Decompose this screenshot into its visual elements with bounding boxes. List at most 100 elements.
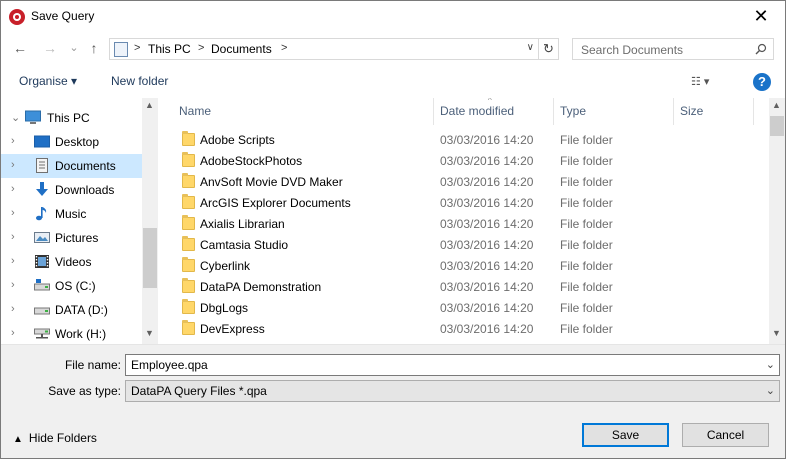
file-type: File folder xyxy=(560,280,613,294)
drive-icon xyxy=(34,307,50,315)
save-as-type-select[interactable]: DataPA Query Files *.qpa ⌄ xyxy=(125,380,780,402)
expand-chevron-icon[interactable]: › xyxy=(11,135,15,147)
breadcrumb-separator[interactable]: > xyxy=(134,42,140,54)
search-icon[interactable] xyxy=(755,43,767,55)
sidebar-item-pictures[interactable]: › Pictures xyxy=(1,226,142,250)
expand-chevron-icon[interactable]: › xyxy=(11,255,15,267)
file-row[interactable]: DataPA Demonstration 03/03/2016 14:20 Fi… xyxy=(161,276,769,297)
sidebar-item-music[interactable]: › Music xyxy=(1,202,142,226)
caret-up-icon: ▲ xyxy=(13,434,23,445)
hide-folders-toggle[interactable]: ▲ Hide Folders xyxy=(13,431,97,445)
file-name: DataPA Demonstration xyxy=(200,280,322,294)
expand-chevron-icon[interactable]: › xyxy=(11,327,15,339)
recent-locations-button[interactable]: ⌄ xyxy=(65,39,83,57)
collapse-chevron-icon[interactable]: ⌄ xyxy=(11,111,20,124)
sidebar-item-downloads[interactable]: › Downloads xyxy=(1,178,142,202)
up-button[interactable]: ↑ xyxy=(85,39,103,57)
refresh-button[interactable]: ↻ xyxy=(538,39,558,59)
breadcrumb-documents[interactable]: Documents xyxy=(211,42,272,56)
scroll-up-arrow-icon[interactable]: ▲ xyxy=(145,100,154,110)
file-date: 03/03/2016 14:20 xyxy=(440,238,534,252)
address-history-dropdown[interactable]: ∨ xyxy=(527,42,534,53)
scroll-down-arrow-icon[interactable]: ▼ xyxy=(772,328,781,338)
file-name: AdobeStockPhotos xyxy=(200,154,303,168)
expand-chevron-icon[interactable]: › xyxy=(11,159,15,171)
search-box[interactable]: Search Documents xyxy=(572,38,774,60)
music-icon xyxy=(36,207,47,221)
file-type: File folder xyxy=(560,133,613,147)
sidebar-item-os-c[interactable]: › OS (C:) xyxy=(1,274,142,298)
downloads-icon xyxy=(36,182,48,196)
forward-button[interactable]: → xyxy=(41,39,59,57)
scroll-down-arrow-icon[interactable]: ▼ xyxy=(145,328,154,338)
scrollbar-thumb[interactable] xyxy=(770,116,784,136)
column-header-type[interactable]: Type xyxy=(554,98,674,125)
save-options-panel: File name: Employee.qpa ⌄ Save as type: … xyxy=(1,344,785,458)
computer-icon xyxy=(25,110,41,124)
file-date: 03/03/2016 14:20 xyxy=(440,301,534,315)
sidebar-item-desktop[interactable]: › Desktop xyxy=(1,130,142,154)
file-row[interactable]: DbgLogs 03/03/2016 14:20 File folder xyxy=(161,297,769,318)
file-type: File folder xyxy=(560,154,613,168)
scrollbar-thumb[interactable] xyxy=(143,228,157,288)
file-name-label: File name: xyxy=(64,358,121,372)
sidebar-item-documents[interactable]: › Documents xyxy=(1,154,142,178)
sidebar-item-label: Videos xyxy=(55,255,92,269)
new-folder-button[interactable]: New folder xyxy=(111,74,168,88)
file-row[interactable]: Cyberlink 03/03/2016 14:20 File folder xyxy=(161,255,769,276)
expand-chevron-icon[interactable]: › xyxy=(11,207,15,219)
file-date: 03/03/2016 14:20 xyxy=(440,280,534,294)
folder-icon xyxy=(182,215,195,230)
chevron-down-icon[interactable]: ⌄ xyxy=(766,358,775,371)
file-name: Axialis Librarian xyxy=(200,217,285,231)
sidebar-item-work-h[interactable]: › Work (H:) xyxy=(1,322,142,344)
file-type: File folder xyxy=(560,196,613,210)
file-row[interactable]: DevExpress 03/03/2016 14:20 File folder xyxy=(161,318,769,339)
expand-chevron-icon[interactable]: › xyxy=(11,183,15,195)
command-bar: Organise ▾ New folder ☷ ▾ ? xyxy=(1,64,785,98)
expand-chevron-icon[interactable]: › xyxy=(11,231,15,243)
column-header-size[interactable]: Size xyxy=(674,98,754,125)
drive-icon xyxy=(34,279,50,291)
back-button[interactable]: ← xyxy=(11,39,29,57)
expand-chevron-icon[interactable]: › xyxy=(11,303,15,315)
save-as-type-value: DataPA Query Files *.qpa xyxy=(131,384,267,398)
change-view-icon[interactable]: ☷ ▾ xyxy=(691,75,727,89)
file-row[interactable]: AdobeStockPhotos 03/03/2016 14:20 File f… xyxy=(161,150,769,171)
sidebar-item-label: OS (C:) xyxy=(55,279,96,293)
sidebar-item-label: Documents xyxy=(55,159,116,173)
column-header-name[interactable]: Name xyxy=(161,98,434,125)
scroll-up-arrow-icon[interactable]: ▲ xyxy=(772,100,781,110)
file-row[interactable]: Adobe Scripts 03/03/2016 14:20 File fold… xyxy=(161,129,769,150)
expand-chevron-icon[interactable]: › xyxy=(11,279,15,291)
sidebar-item-this-pc[interactable]: ⌄ This PC xyxy=(1,106,142,130)
file-row[interactable]: Camtasia Studio 03/03/2016 14:20 File fo… xyxy=(161,234,769,255)
file-name: DbgLogs xyxy=(200,301,249,315)
folder-icon xyxy=(182,299,195,314)
address-bar[interactable]: > This PC > Documents > ∨ ↻ xyxy=(109,38,559,60)
file-list-scrollbar[interactable]: ▲ ▼ xyxy=(769,98,785,344)
folder-icon xyxy=(182,152,195,167)
breadcrumb-separator[interactable]: > xyxy=(281,42,287,54)
sidebar-scrollbar[interactable]: ▲ ▼ xyxy=(142,98,158,344)
file-name-input[interactable]: Employee.qpa ⌄ xyxy=(125,354,780,376)
close-button[interactable]: ✕ xyxy=(741,1,781,32)
cancel-button[interactable]: Cancel xyxy=(682,423,769,447)
save-button[interactable]: Save xyxy=(582,423,669,447)
file-row[interactable]: AnvSoft Movie DVD Maker 03/03/2016 14:20… xyxy=(161,171,769,192)
videos-icon xyxy=(35,255,49,268)
column-header-date-modified[interactable]: Date modified xyxy=(434,98,554,125)
sidebar-item-data-d[interactable]: › DATA (D:) xyxy=(1,298,142,322)
file-row[interactable]: ArcGIS Explorer Documents 03/03/2016 14:… xyxy=(161,192,769,213)
breadcrumb-this-pc[interactable]: This PC xyxy=(148,42,191,56)
breadcrumb-separator[interactable]: > xyxy=(198,42,204,54)
window-title: Save Query xyxy=(31,9,95,23)
file-row[interactable]: Axialis Librarian 03/03/2016 14:20 File … xyxy=(161,213,769,234)
help-icon[interactable]: ? xyxy=(753,73,771,91)
folder-icon xyxy=(182,194,195,209)
sidebar-item-videos[interactable]: › Videos xyxy=(1,250,142,274)
chevron-down-icon[interactable]: ⌄ xyxy=(766,384,775,397)
organise-menu[interactable]: Organise ▾ xyxy=(19,74,77,88)
folder-icon xyxy=(182,320,195,335)
file-name: DevExpress xyxy=(200,322,265,336)
